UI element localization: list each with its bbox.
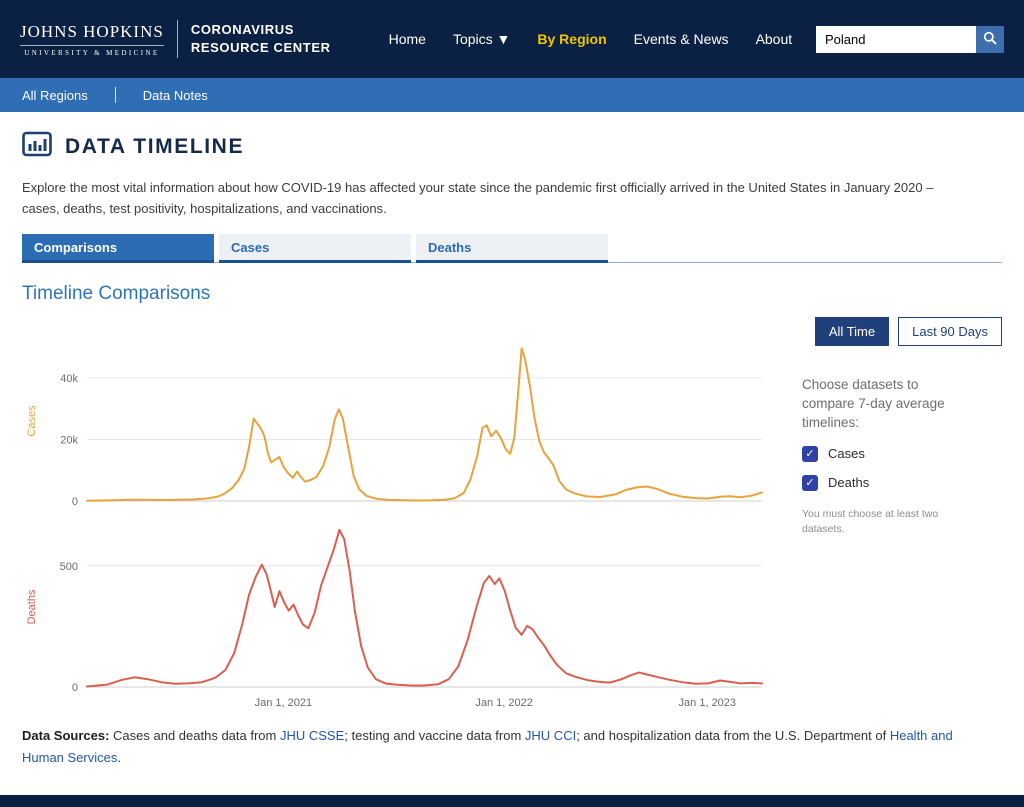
- controls-panel: All Time Last 90 Days Choose datasets to…: [802, 309, 1002, 711]
- cases-series-line: [87, 348, 762, 500]
- page-footer-bar: [0, 795, 1024, 807]
- chart-region: 0 20k 40k Cases 0 500 Jan 1, 2021 Jan 1, 2022 J…: [22, 309, 1002, 711]
- tab-bar: Comparisons Cases Deaths: [22, 234, 1002, 263]
- data-sources-label: Data Sources:: [22, 728, 109, 743]
- cases-checkbox[interactable]: ✓: [802, 446, 818, 462]
- svg-text:0: 0: [72, 496, 78, 508]
- all-time-button[interactable]: All Time: [815, 317, 889, 346]
- tab-comparisons[interactable]: Comparisons: [22, 234, 214, 263]
- search-icon: [983, 31, 997, 48]
- data-sources-seg4: .: [117, 750, 121, 765]
- jhu-cci-link[interactable]: JHU CCI: [525, 728, 576, 743]
- data-sources-seg3: ; and hospitalization data from the U.S.…: [576, 728, 890, 743]
- jhu-logo-name: JOHNS HOPKINS: [20, 22, 164, 46]
- site-search: [816, 26, 1004, 53]
- svg-text:20k: 20k: [60, 434, 78, 446]
- deaths-checkbox[interactable]: ✓: [802, 475, 818, 491]
- deaths-axis-label: Deaths: [26, 589, 38, 624]
- crc-brand-line2: RESOURCE CENTER: [191, 39, 331, 57]
- main-content: DATA TIMELINE Explore the most vital inf…: [0, 129, 1024, 769]
- cases-axis-label: Cases: [26, 405, 38, 437]
- range-button-row: All Time Last 90 Days: [802, 317, 1002, 346]
- charts-column: 0 20k 40k Cases 0 500 Jan 1, 2021 Jan 1, 2022 J…: [22, 333, 767, 711]
- jhu-logo-wordmark: JOHNS HOPKINS UNIVERSITY & MEDICINE: [20, 22, 164, 57]
- intro-paragraph: Explore the most vital information about…: [22, 177, 938, 220]
- timeline-chart-icon: [22, 129, 52, 164]
- logo-divider: [177, 20, 178, 58]
- deaths-checkbox-label: Deaths: [828, 475, 869, 490]
- svg-text:500: 500: [60, 561, 78, 573]
- jhu-logo-subtitle: UNIVERSITY & MEDICINE: [20, 49, 164, 57]
- nav-item-topics[interactable]: Topics ▼: [453, 31, 510, 47]
- cases-checkbox-label: Cases: [828, 446, 865, 461]
- svg-text:Jan 1, 2023: Jan 1, 2023: [679, 697, 737, 709]
- nav-item-about[interactable]: About: [756, 31, 793, 47]
- nav-item-by-region[interactable]: By Region: [537, 31, 606, 47]
- dataset-prompt: Choose datasets to compare 7-day average…: [802, 376, 970, 433]
- tab-deaths[interactable]: Deaths: [416, 234, 608, 263]
- main-nav: Home Topics ▼ By Region Events & News Ab…: [389, 31, 793, 47]
- svg-text:40k: 40k: [60, 373, 78, 385]
- data-sources-seg1: Cases and deaths data from: [109, 728, 280, 743]
- section-title: Timeline Comparisons: [22, 283, 1002, 305]
- svg-text:Jan 1, 2021: Jan 1, 2021: [255, 697, 313, 709]
- subnav-divider: [115, 87, 116, 103]
- subnav-data-notes[interactable]: Data Notes: [143, 88, 208, 103]
- page-title: DATA TIMELINE: [65, 135, 244, 159]
- data-sources-seg2: ; testing and vaccine data from: [344, 728, 525, 743]
- tab-cases[interactable]: Cases: [219, 234, 411, 263]
- jhu-csse-link[interactable]: JHU CSSE: [280, 728, 344, 743]
- svg-text:Jan 1, 2022: Jan 1, 2022: [475, 697, 533, 709]
- last-90-days-button[interactable]: Last 90 Days: [898, 317, 1002, 346]
- crc-brand: CORONAVIRUS RESOURCE CENTER: [191, 21, 331, 56]
- dataset-option-cases: ✓ Cases: [802, 446, 1002, 462]
- dataset-note: You must choose at least two datasets.: [802, 507, 954, 539]
- region-subnav: All Regions Data Notes: [0, 78, 1024, 112]
- crc-brand-line1: CORONAVIRUS: [191, 21, 331, 39]
- search-input[interactable]: [816, 26, 976, 53]
- nav-item-events-news[interactable]: Events & News: [634, 31, 729, 47]
- data-sources: Data Sources: Cases and deaths data from…: [22, 725, 972, 769]
- site-header: JOHNS HOPKINS UNIVERSITY & MEDICINE CORO…: [0, 0, 1024, 78]
- jhu-logo[interactable]: JOHNS HOPKINS UNIVERSITY & MEDICINE CORO…: [20, 20, 331, 58]
- svg-text:0: 0: [72, 682, 78, 694]
- nav-item-home[interactable]: Home: [389, 31, 426, 47]
- dataset-option-deaths: ✓ Deaths: [802, 475, 1002, 491]
- deaths-series-line: [87, 530, 762, 687]
- cases-timeline-chart: 0 20k 40k Cases: [22, 333, 767, 513]
- deaths-timeline-chart: 0 500 Jan 1, 2021 Jan 1, 2022 Jan 1, 2023 Dea…: [22, 519, 767, 711]
- search-button[interactable]: [976, 26, 1004, 53]
- page-title-row: DATA TIMELINE: [22, 129, 1002, 164]
- subnav-all-regions[interactable]: All Regions: [22, 88, 88, 103]
